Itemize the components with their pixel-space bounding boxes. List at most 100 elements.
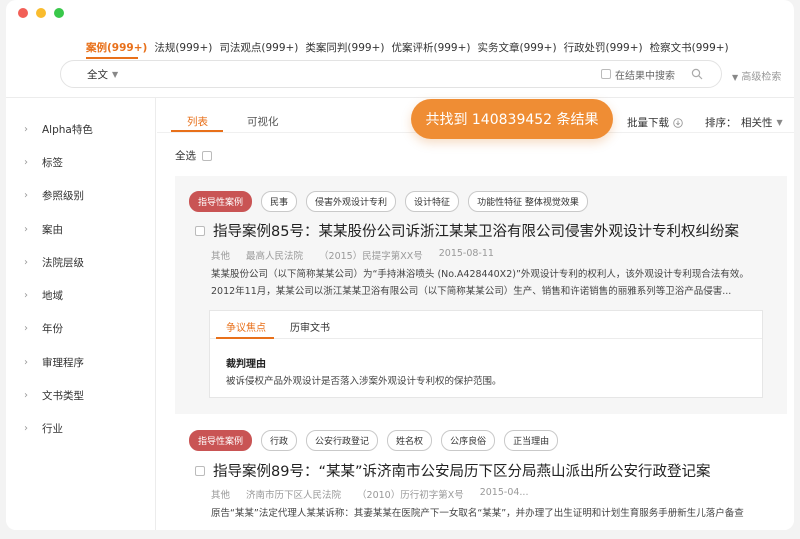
window-controls	[18, 8, 64, 18]
tab-admin-penalties[interactable]: 行政处罚(999+)	[564, 40, 643, 55]
case-card: 指导性案例 民事 侵害外观设计专利 设计特征 功能性特征 整体视觉效果 指导案例…	[175, 176, 787, 414]
tag-guiding-case[interactable]: 指导性案例	[189, 430, 253, 451]
tab-dispute-focus[interactable]: 争议焦点	[226, 319, 266, 334]
sidebar-item-cause[interactable]: › 案由	[24, 222, 63, 237]
checkbox-icon[interactable]	[202, 150, 212, 161]
search-input[interactable]	[141, 65, 581, 83]
tab-trial-documents[interactable]: 历审文书	[290, 319, 330, 334]
case-summary-line: 原告“某某”法定代理人某某诉称：其妻某某在医院产下一女取名“某某”，并办理了出生…	[211, 508, 744, 519]
tab-regulations[interactable]: 法规(999+)	[154, 40, 212, 55]
chevron-right-icon: ›	[24, 323, 28, 334]
search-in-results-label: 在结果中搜索	[615, 70, 675, 82]
case-detail-panel: 争议焦点 历审文书 裁判理由 被诉侵权产品外观设计是否落入涉案外观设计专利权的保…	[209, 310, 763, 398]
tag[interactable]: 公安行政登记	[306, 430, 379, 451]
tag[interactable]: 侵害外观设计专利	[306, 191, 397, 212]
chevron-right-icon: ›	[24, 157, 28, 168]
case-title[interactable]: 指导案例85号：某某股份公司诉浙江某某卫浴有限公司侵害外观设计专利权纠纷案	[195, 220, 739, 241]
sidebar-item-label: 文书类型	[42, 390, 84, 402]
sidebar-item-trial-procedure[interactable]: › 审理程序	[24, 355, 84, 370]
case-tags: 指导性案例 民事 侵害外观设计专利 设计特征 功能性特征 整体视觉效果	[189, 191, 588, 212]
sidebar-item-industry[interactable]: › 行业	[24, 421, 63, 436]
sidebar-item-label: 法院层级	[42, 257, 84, 269]
tag[interactable]: 公序良俗	[441, 430, 496, 451]
caret-down-icon: ▼	[732, 73, 739, 82]
sort-label: 排序：	[705, 117, 737, 129]
checkbox-icon[interactable]	[601, 69, 611, 79]
case-summary-line: 某某股份公司（以下简称某某公司）为“手持淋浴喷头 (No.A428440X2)”…	[211, 269, 749, 280]
chevron-right-icon: ›	[24, 124, 28, 135]
active-tab-underline	[86, 57, 138, 59]
maximize-dot-icon[interactable]	[54, 8, 64, 18]
case-card: 指导性案例 行政 公安行政登记 姓名权 公序良俗 正当理由 指导案例89号：“某…	[175, 424, 787, 530]
filter-sidebar: › Alpha特色 › 标签 › 参照级别 › 案由 › 法院层级 › 地域 › 年份 › 审理…	[6, 98, 156, 530]
sidebar-item-label: 标签	[42, 157, 63, 169]
tag[interactable]: 正当理由	[504, 430, 559, 451]
detail-tab-underline	[216, 337, 274, 339]
tab-list[interactable]: 列表	[187, 114, 208, 129]
tab-visualization[interactable]: 可视化	[247, 114, 279, 129]
results-panel: 列表 可视化 批量下载 排序： 相关性 ▼ 全选 指导性案例 民事 侵害外观设计…	[157, 98, 794, 530]
tab-similar-cases[interactable]: 类案同判(999+)	[305, 40, 384, 55]
reason-title: 裁判理由	[226, 359, 266, 370]
category-tabs: 案例(999+) 法规(999+) 司法观点(999+) 类案同判(999+) …	[86, 40, 736, 55]
results-count-badge: 共找到 140839452 条结果	[411, 99, 613, 139]
case-summary-line: 2012年11月，某某公司以浙江某某卫浴有限公司（以下简称某某公司）生产、销售和…	[211, 286, 732, 297]
sidebar-item-label: 行业	[42, 423, 63, 435]
checkbox-icon[interactable]	[195, 225, 205, 236]
tab-case-reviews[interactable]: 优案评析(999+)	[391, 40, 470, 55]
sidebar-item-label: 参照级别	[42, 190, 84, 202]
batch-download-button[interactable]: 批量下载	[627, 115, 683, 130]
chevron-right-icon: ›	[24, 224, 28, 235]
advanced-search-link[interactable]: ▼ 高级检索	[732, 68, 781, 83]
download-icon	[673, 117, 683, 128]
search-in-results-toggle[interactable]: 在结果中搜索	[601, 67, 675, 82]
case-tags: 指导性案例 行政 公安行政登记 姓名权 公序良俗 正当理由	[189, 430, 559, 451]
search-scope-label: 全文	[87, 68, 108, 81]
search-icon[interactable]	[691, 68, 703, 80]
tag[interactable]: 行政	[261, 430, 298, 451]
sidebar-item-alpha[interactable]: › Alpha特色	[24, 122, 93, 137]
case-meta-number: （2015）民提字第XX号	[319, 251, 423, 262]
tab-practice-articles[interactable]: 实务文章(999+)	[478, 40, 557, 55]
sort-value: 相关性	[741, 117, 773, 129]
sidebar-item-document-type[interactable]: › 文书类型	[24, 388, 84, 403]
tag[interactable]: 民事	[261, 191, 298, 212]
close-dot-icon[interactable]	[18, 8, 28, 18]
minimize-dot-icon[interactable]	[36, 8, 46, 18]
tab-procuratorate-docs[interactable]: 检察文书(999+)	[650, 40, 729, 55]
sidebar-item-label: Alpha特色	[42, 124, 93, 136]
chevron-right-icon: ›	[24, 190, 28, 201]
select-all-toggle[interactable]: 全选	[175, 148, 212, 163]
case-title-text[interactable]: 指导案例89号：“某某”诉济南市公安局历下区分局燕山派出所公安行政登记案	[213, 460, 710, 481]
sidebar-item-label: 年份	[42, 323, 63, 335]
sidebar-item-court-level[interactable]: › 法院层级	[24, 255, 84, 270]
search-scope-select[interactable]: 全文 ▼	[87, 67, 118, 82]
caret-down-icon: ▼	[112, 69, 119, 79]
tag[interactable]: 设计特征	[405, 191, 460, 212]
batch-download-label: 批量下载	[627, 117, 669, 129]
chevron-right-icon: ›	[24, 257, 28, 268]
case-title[interactable]: 指导案例89号：“某某”诉济南市公安局历下区分局燕山派出所公安行政登记案	[195, 460, 710, 481]
checkbox-icon[interactable]	[195, 465, 205, 476]
sidebar-item-year[interactable]: › 年份	[24, 321, 63, 336]
sidebar-item-tags[interactable]: › 标签	[24, 155, 63, 170]
advanced-search-label: 高级检索	[741, 72, 782, 83]
search-bar: 全文 ▼ 在结果中搜索	[60, 60, 722, 88]
case-title-text[interactable]: 指导案例85号：某某股份公司诉浙江某某卫浴有限公司侵害外观设计专利权纠纷案	[213, 220, 739, 241]
reason-text: 被诉侵权产品外观设计是否落入涉案外观设计专利权的保护范围。	[226, 376, 502, 387]
sort-select[interactable]: 相关性 ▼	[741, 115, 783, 130]
sidebar-item-region[interactable]: › 地域	[24, 288, 63, 303]
tag-guiding-case[interactable]: 指导性案例	[189, 191, 253, 212]
tab-judicial-views[interactable]: 司法观点(999+)	[219, 40, 298, 55]
sidebar-item-reference-level[interactable]: › 参照级别	[24, 188, 84, 203]
select-all-label: 全选	[175, 150, 196, 162]
app-window: 案例(999+) 法规(999+) 司法观点(999+) 类案同判(999+) …	[6, 0, 794, 530]
case-meta-court: 济南市历下区人民法院	[246, 490, 342, 501]
caret-down-icon: ▼	[776, 118, 783, 127]
tag[interactable]: 姓名权	[387, 430, 433, 451]
case-meta-type: 其他	[211, 490, 231, 501]
tab-cases[interactable]: 案例(999+)	[86, 40, 147, 55]
case-meta-type: 其他	[211, 251, 231, 262]
tag[interactable]: 功能性特征 整体视觉效果	[468, 191, 588, 212]
chevron-right-icon: ›	[24, 390, 28, 401]
